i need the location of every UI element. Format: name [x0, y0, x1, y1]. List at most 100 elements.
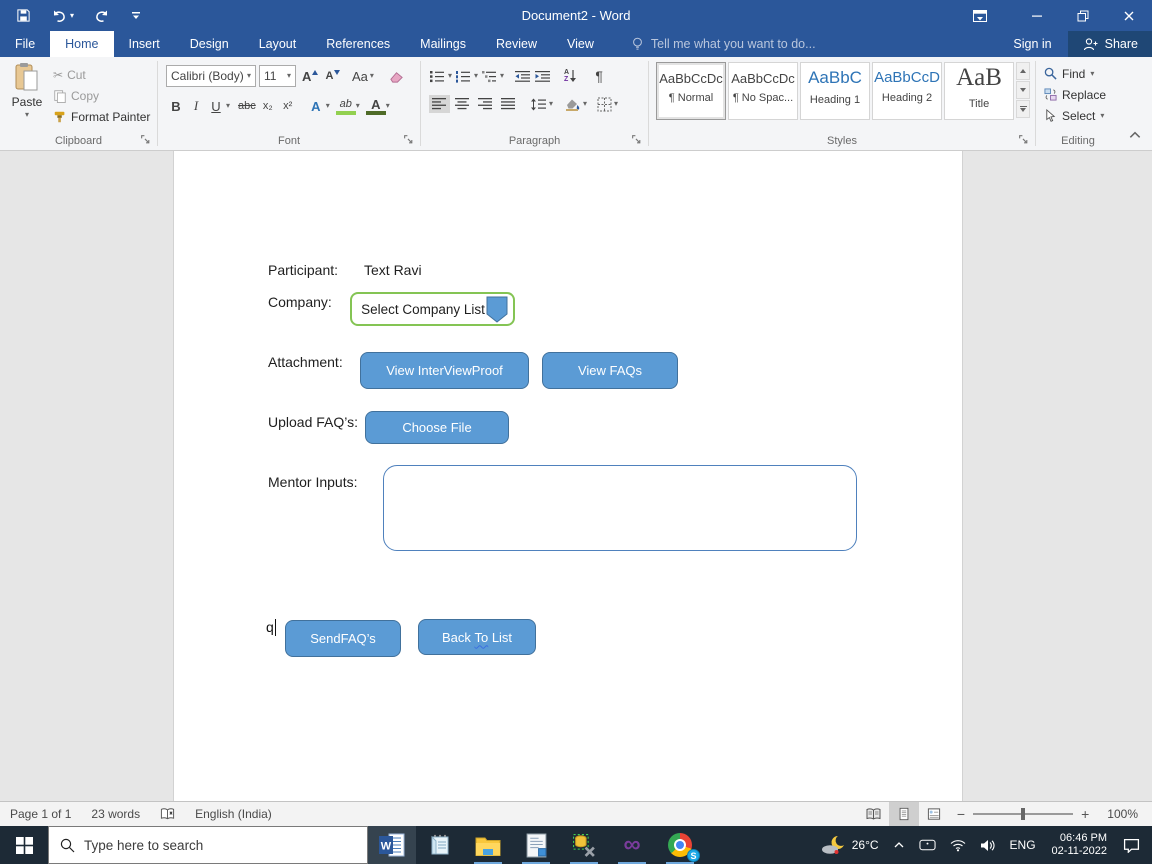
collapse-ribbon-icon[interactable] — [1128, 129, 1142, 141]
change-case-button[interactable]: Aa▾ — [350, 65, 376, 87]
font-color-caret-icon[interactable]: ▾ — [386, 102, 390, 110]
read-mode-button[interactable] — [859, 802, 889, 826]
taskbar-ssms-icon[interactable] — [512, 826, 560, 864]
document-area[interactable]: Participant: Text Ravi Company: Select C… — [0, 151, 1152, 801]
tab-review[interactable]: Review — [481, 31, 552, 57]
find-button[interactable]: Find ▾ — [1044, 63, 1106, 84]
input-language[interactable]: ENG — [1003, 826, 1043, 864]
clipboard-dialog-launcher-icon[interactable] — [140, 134, 152, 146]
select-button[interactable]: Select ▾ — [1044, 105, 1106, 126]
minimize-button[interactable] — [1014, 0, 1060, 31]
decrease-indent-button[interactable] — [514, 70, 531, 83]
justify-button[interactable] — [498, 95, 519, 113]
zoom-level[interactable]: 100% — [1097, 807, 1152, 821]
underline-caret-icon[interactable]: ▾ — [226, 102, 230, 110]
style-heading2[interactable]: AaBbCcD Heading 2 — [872, 62, 942, 120]
taskbar-notepad-icon[interactable] — [416, 826, 464, 864]
tab-references[interactable]: References — [311, 31, 405, 57]
bullets-button[interactable] — [429, 70, 445, 83]
weather-indicator[interactable]: 26°C — [814, 826, 886, 864]
zoom-in-icon[interactable]: + — [1081, 806, 1089, 822]
styles-scroll-up-icon[interactable] — [1016, 62, 1030, 80]
multilevel-caret-icon[interactable]: ▾ — [500, 72, 504, 80]
save-icon[interactable] — [16, 8, 31, 23]
start-button[interactable] — [0, 826, 48, 864]
undo-button[interactable]: ▾ — [51, 9, 74, 23]
ribbon-display-options-icon[interactable] — [958, 0, 1002, 31]
format-painter-button[interactable]: Format Painter — [50, 106, 153, 127]
touch-keyboard-icon[interactable] — [912, 826, 943, 864]
tab-insert[interactable]: Insert — [114, 31, 175, 57]
taskbar-chrome-icon[interactable]: S — [656, 826, 704, 864]
style-heading1[interactable]: AaBbC Heading 1 — [800, 62, 870, 120]
language-indicator[interactable]: English (India) — [185, 807, 282, 821]
styles-gallery-expand-icon[interactable] — [1016, 100, 1030, 118]
line-spacing-button[interactable]: ▾ — [530, 98, 553, 111]
strikethrough-button[interactable]: abc — [236, 95, 258, 117]
choose-file-button[interactable]: Choose File — [365, 411, 509, 444]
taskbar-search[interactable] — [48, 826, 368, 864]
share-button[interactable]: Share — [1068, 31, 1152, 57]
mentor-inputs-textarea[interactable] — [383, 465, 857, 551]
zoom-slider-thumb[interactable] — [1021, 808, 1025, 820]
tell-me-box[interactable]: Tell me what you want to do... — [631, 31, 816, 57]
view-interviewproof-button[interactable]: View InterViewProof — [360, 352, 529, 389]
action-center-icon[interactable] — [1116, 826, 1152, 864]
increase-indent-button[interactable] — [534, 70, 551, 83]
borders-button[interactable]: ▾ — [597, 97, 618, 112]
multilevel-list-button[interactable] — [481, 70, 497, 83]
highlight-color-button[interactable]: ab — [336, 97, 356, 115]
align-center-button[interactable] — [452, 95, 473, 113]
underline-button[interactable]: U — [206, 95, 226, 117]
highlight-caret-icon[interactable]: ▾ — [356, 102, 360, 110]
superscript-button[interactable]: x² — [278, 95, 298, 117]
qat-customize-icon[interactable] — [130, 11, 142, 21]
search-input[interactable] — [84, 838, 334, 853]
tray-chevron-icon[interactable] — [886, 826, 912, 864]
tab-design[interactable]: Design — [175, 31, 244, 57]
company-dropdown-shield-icon[interactable] — [486, 296, 508, 323]
bold-button[interactable]: B — [166, 95, 186, 117]
back-to-list-button[interactable]: Back To List — [418, 619, 536, 655]
taskbar-word-icon[interactable]: W — [368, 826, 416, 864]
page-indicator[interactable]: Page 1 of 1 — [0, 807, 81, 821]
clock[interactable]: 06:46 PM 02-11-2022 — [1043, 832, 1116, 858]
text-effects-button[interactable]: A — [306, 95, 326, 117]
print-layout-button[interactable] — [889, 802, 919, 826]
tab-file[interactable]: File — [0, 31, 50, 57]
zoom-slider[interactable] — [973, 813, 1073, 815]
style-title[interactable]: AaB Title — [944, 62, 1014, 120]
undo-caret-icon[interactable]: ▾ — [70, 12, 74, 20]
sign-in-button[interactable]: Sign in — [997, 31, 1067, 57]
proofing-status-icon[interactable] — [150, 807, 185, 821]
text-effects-caret-icon[interactable]: ▾ — [326, 102, 330, 110]
taskbar-sql-config-icon[interactable] — [560, 826, 608, 864]
styles-dialog-launcher-icon[interactable] — [1018, 134, 1030, 146]
close-button[interactable] — [1106, 0, 1152, 31]
subscript-button[interactable]: x₂ — [258, 95, 278, 117]
shrink-font-button[interactable]: A — [323, 65, 343, 87]
taskbar-explorer-icon[interactable] — [464, 826, 512, 864]
tab-home[interactable]: Home — [50, 31, 113, 57]
style-normal[interactable]: AaBbCcDc ¶ Normal — [656, 62, 726, 120]
paste-button[interactable]: Paste ▾ — [8, 62, 46, 119]
align-right-button[interactable] — [475, 95, 496, 113]
align-left-button[interactable] — [429, 95, 450, 113]
font-name-select[interactable]: Calibri (Body)▾ — [166, 65, 256, 87]
bullets-caret-icon[interactable]: ▾ — [448, 72, 452, 80]
numbering-button[interactable] — [455, 70, 471, 83]
show-hide-paragraph-button[interactable]: ¶ — [589, 65, 609, 87]
grow-font-button[interactable]: A — [300, 65, 320, 87]
italic-button[interactable]: I — [186, 95, 206, 117]
paragraph-dialog-launcher-icon[interactable] — [631, 134, 643, 146]
document-page[interactable]: Participant: Text Ravi Company: Select C… — [173, 151, 963, 801]
tab-layout[interactable]: Layout — [244, 31, 312, 57]
cut-button[interactable]: ✂ Cut — [50, 64, 153, 85]
shading-button[interactable]: ▾ — [564, 97, 587, 111]
wifi-icon[interactable] — [943, 826, 973, 864]
replace-button[interactable]: Replace — [1044, 84, 1106, 105]
clear-formatting-button[interactable] — [386, 65, 406, 87]
font-color-button[interactable]: A — [366, 97, 386, 115]
restore-button[interactable] — [1060, 0, 1106, 31]
font-size-select[interactable]: 11▾ — [259, 65, 296, 87]
